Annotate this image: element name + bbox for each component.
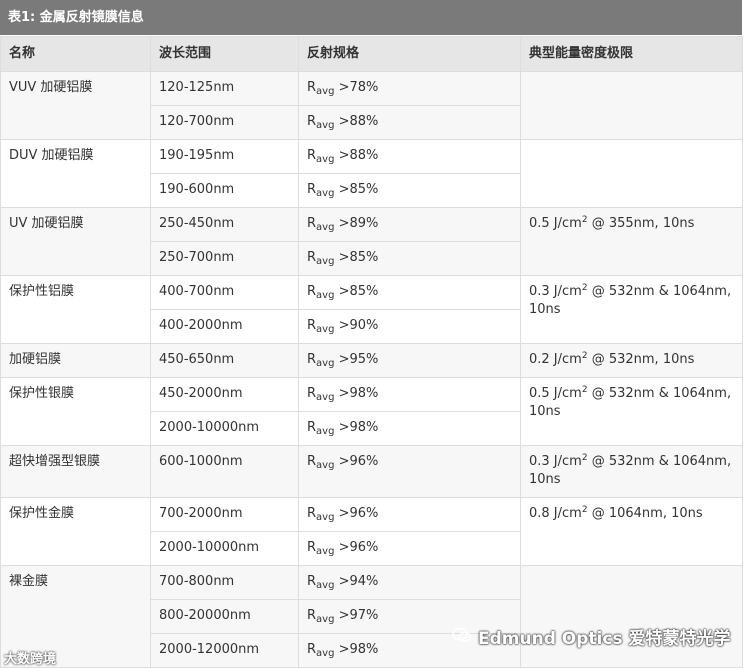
wavelength-range: 2000-10000nm [150,531,299,566]
wavelength-range: 190-600nm [150,173,299,208]
lidt-value [520,71,743,140]
table-row: 加硬铝膜 450-650nm Ravg >95% 0.2 J/cm2 @ 532… [0,343,743,378]
reflectance-spec: Ravg >88% [298,139,521,174]
reflectance-spec: Ravg >98% [298,411,521,446]
reflectance-spec: Ravg >89% [298,207,521,242]
header-wavelength: 波长范围 [150,36,299,72]
coating-name: VUV 加硬铝膜 [0,71,151,140]
watermark-left: 大数跨境 [4,652,57,667]
wavelength-range: 600-1000nm [150,445,299,498]
lidt-value: 0.2 J/cm2 @ 532nm, 10ns [520,343,743,378]
wavelength-range: 800-20000nm [150,599,299,634]
wavelength-range: 120-125nm [150,71,299,106]
table-row: 超快增强型银膜 600-1000nm Ravg >96% 0.3 J/cm2 @… [0,445,743,498]
reflectance-spec: Ravg >88% [298,105,521,140]
reflectance-spec: Ravg >96% [298,445,521,498]
watermark-right-text: Edmund Optics 爱特蒙特光学 [478,629,731,649]
lidt-value: 0.3 J/cm2 @ 532nm & 1064nm, 10ns [520,275,743,344]
coating-name: 超快增强型银膜 [0,445,151,498]
wavelength-range: 120-700nm [150,105,299,140]
coating-name: 保护性银膜 [0,377,151,446]
coating-table: 名称 波长范围 反射规格 典型能量密度极限 VUV 加硬铝膜 120-125nm… [0,36,743,668]
lidt-value: 0.5 J/cm2 @ 355nm, 10ns [520,207,743,276]
wavelength-range: 2000-12000nm [150,633,299,668]
table-row: 保护性银膜 450-2000nm Ravg >98% 0.5 J/cm2 @ 5… [0,377,743,446]
table-row: 保护性金膜 700-2000nm Ravg >96% 0.8 J/cm2 @ 1… [0,497,743,566]
wechat-icon [452,627,472,647]
lidt-value: 0.8 J/cm2 @ 1064nm, 10ns [520,497,743,566]
header-lidt: 典型能量密度极限 [520,36,743,72]
table-row: VUV 加硬铝膜 120-125nm Ravg >78% [0,71,743,140]
coating-name: DUV 加硬铝膜 [0,139,151,208]
table-row: DUV 加硬铝膜 190-195nm Ravg >88% [0,139,743,208]
wavelength-range: 450-650nm [150,343,299,378]
wavelength-range: 250-700nm [150,241,299,276]
table-row: UV 加硬铝膜 250-450nm Ravg >89% 0.5 J/cm2 @ … [0,207,743,276]
lidt-value [520,139,743,208]
reflectance-spec: Ravg >96% [298,497,521,532]
header-name: 名称 [0,36,151,72]
table-title: 表1: 金属反射镜膜信息 [0,0,742,35]
wavelength-range: 2000-10000nm [150,411,299,446]
reflectance-spec: Ravg >85% [298,275,521,310]
coating-name: 加硬铝膜 [0,343,151,378]
reflectance-spec: Ravg >78% [298,71,521,106]
coating-name: UV 加硬铝膜 [0,207,151,276]
reflectance-spec: Ravg >90% [298,309,521,344]
wavelength-range: 450-2000nm [150,377,299,412]
coating-name: 保护性金膜 [0,497,151,566]
table-header-row: 名称 波长范围 反射规格 典型能量密度极限 [0,36,743,72]
reflectance-spec: Ravg >96% [298,531,521,566]
lidt-value [520,565,743,668]
wavelength-range: 700-800nm [150,565,299,600]
lidt-value: 0.5 J/cm2 @ 532nm & 1064nm, 10ns [520,377,743,446]
header-reflectance: 反射规格 [298,36,521,72]
reflectance-spec: Ravg >85% [298,173,521,208]
reflectance-spec: Ravg >95% [298,343,521,378]
lidt-value: 0.3 J/cm2 @ 532nm & 1064nm, 10ns [520,445,743,498]
wavelength-range: 400-700nm [150,275,299,310]
reflectance-spec: Ravg >94% [298,565,521,600]
coating-name: 保护性铝膜 [0,275,151,344]
wavelength-range: 700-2000nm [150,497,299,532]
wavelength-range: 190-195nm [150,139,299,174]
wavelength-range: 250-450nm [150,207,299,242]
table-row: 裸金膜 700-800nm Ravg >94% [0,565,743,668]
wavelength-range: 400-2000nm [150,309,299,344]
reflectance-spec: Ravg >98% [298,377,521,412]
watermark-right: Edmund Optics 爱特蒙特光学 [452,624,730,649]
reflectance-spec: Ravg >85% [298,241,521,276]
table-row: 保护性铝膜 400-700nm Ravg >85% 0.3 J/cm2 @ 53… [0,275,743,344]
